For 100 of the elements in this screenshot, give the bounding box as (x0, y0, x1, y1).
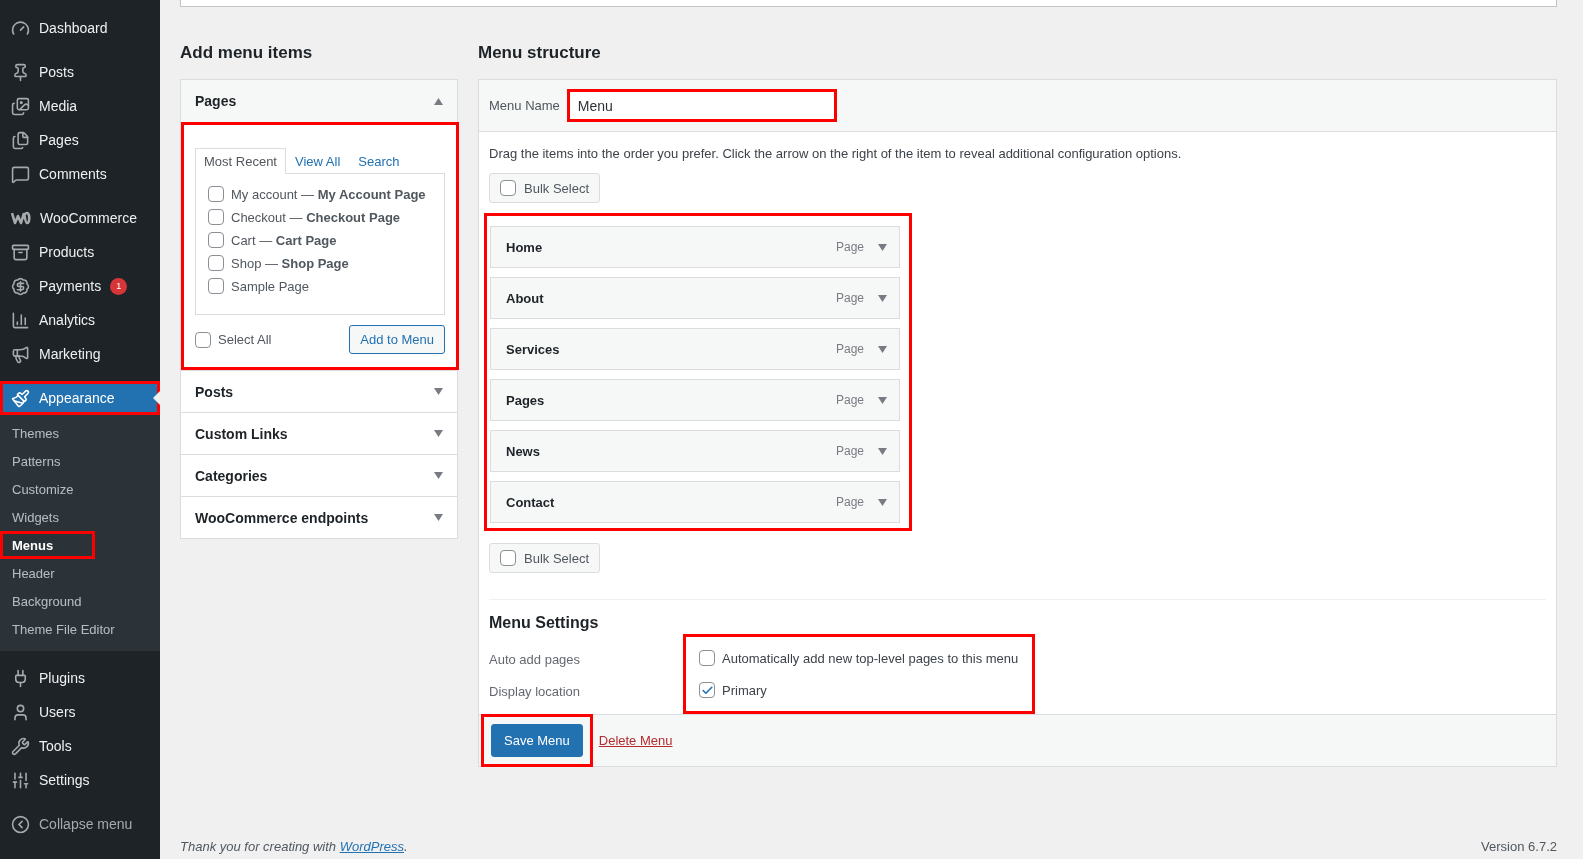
version-text: Version 6.7.2 (1481, 839, 1557, 854)
item-type: Page (835, 240, 864, 254)
accordion-title: WooCommerce endpoints (195, 509, 369, 526)
menu-item-bar[interactable]: News Page (490, 430, 900, 472)
sidebar-item[interactable]: Media (0, 89, 160, 123)
expand-arrow-icon[interactable] (878, 447, 887, 455)
submenu-item[interactable]: Background (0, 587, 160, 615)
menu-item-title: Home (506, 239, 543, 255)
sidebar-label: Dashboard (39, 20, 108, 36)
bar-chart-icon (11, 310, 30, 330)
expand-arrow-icon[interactable] (434, 472, 443, 479)
dashboard-icon (11, 18, 30, 38)
menu-item-bar[interactable]: About Page (490, 277, 900, 319)
tab[interactable]: Search (349, 148, 409, 174)
sidebar-label: Settings (39, 772, 90, 788)
checkbox[interactable] (699, 682, 715, 698)
sidebar-label: Payments (39, 278, 102, 294)
sidebar-item[interactable]: WooCommerce (0, 201, 160, 235)
checkbox-label: Primary (722, 682, 767, 698)
menu-item-title: Pages (506, 392, 545, 408)
dollar-icon (11, 276, 30, 296)
sidebar-item[interactable]: Tools (0, 729, 160, 763)
sidebar-item[interactable]: Marketing (0, 337, 160, 371)
checkbox-label: Checkout — Checkout Page (231, 209, 401, 225)
sidebar-item[interactable]: Comments (0, 157, 160, 191)
expand-arrow-icon[interactable] (878, 243, 887, 251)
bulk-select-button[interactable]: Bulk Select (489, 543, 601, 573)
submenu-item[interactable]: Header (0, 559, 160, 587)
tab[interactable]: View All (286, 148, 350, 174)
comment-icon (11, 164, 30, 184)
sidebar-label: Users (39, 704, 76, 720)
sidebar-label: Pages (39, 132, 79, 148)
menu-item-bar[interactable]: Pages Page (490, 379, 900, 421)
sidebar-label: Marketing (39, 346, 101, 362)
section-title: Menu structure (478, 43, 602, 63)
sidebar-label: Tools (39, 738, 72, 754)
tab[interactable]: Most Recent (195, 148, 286, 174)
sidebar-item[interactable]: Collapse menu (0, 807, 160, 841)
expand-arrow-icon[interactable] (878, 396, 887, 404)
submenu-item[interactable]: Patterns (0, 447, 160, 475)
sidebar-item[interactable]: Users (0, 695, 160, 729)
checkbox[interactable] (195, 331, 211, 348)
sidebar-item[interactable]: Posts (0, 55, 160, 89)
checkbox-label: Select All (218, 332, 272, 347)
accordion-title: Custom Links (195, 425, 288, 442)
checkbox[interactable] (208, 209, 224, 225)
menu-item-title: About (506, 290, 544, 306)
sidebar-item[interactable]: Analytics (0, 303, 160, 337)
checkbox[interactable] (500, 180, 516, 196)
sidebar-item[interactable]: Pages (0, 123, 160, 157)
sidebar-item[interactable]: Appearance (0, 381, 160, 415)
add-to-menu-button[interactable]: Add to Menu (349, 325, 445, 354)
bulk-select-button[interactable]: Bulk Select (489, 173, 601, 203)
settings-title: Menu Settings (489, 614, 599, 632)
sidebar-item[interactable]: Plugins (0, 661, 160, 695)
menu-name-field[interactable]: Menu (566, 89, 837, 122)
checkbox[interactable] (699, 650, 715, 666)
megaphone-icon (11, 344, 30, 364)
checkbox[interactable] (500, 550, 516, 566)
wrench-icon (11, 736, 30, 756)
item-type: Page (835, 393, 864, 407)
collapse-arrow-icon[interactable] (434, 97, 443, 105)
checkbox-label: My account — My Account Page (231, 186, 426, 202)
submenu-item[interactable]: Themes (0, 419, 160, 447)
submenu-item[interactable]: Menus (0, 531, 95, 559)
checkbox[interactable] (208, 232, 224, 248)
submenu-item[interactable]: Customize (0, 475, 160, 503)
sidebar-item[interactable]: Products (0, 235, 160, 269)
pages-icon (11, 130, 30, 150)
checkbox[interactable] (208, 186, 224, 202)
save-menu-button[interactable]: Save Menu (491, 724, 583, 757)
expand-arrow-icon[interactable] (878, 294, 887, 302)
menu-item-bar[interactable]: Contact Page (490, 481, 900, 523)
submenu-item[interactable]: Widgets (0, 503, 160, 531)
expand-arrow-icon[interactable] (878, 345, 887, 353)
delete-menu-link[interactable]: Delete Menu (598, 733, 673, 748)
sidebar-item[interactable]: Payments 1 (0, 269, 160, 303)
setting-label: Display location (489, 682, 582, 701)
item-type: Page (835, 291, 864, 305)
submenu-item[interactable]: Theme File Editor (0, 615, 160, 643)
menu-item-bar[interactable]: Home Page (490, 226, 900, 268)
sidebar-label: Products (39, 244, 95, 260)
expand-arrow-icon[interactable] (878, 498, 887, 506)
sidebar-item[interactable]: Dashboard (0, 11, 160, 45)
expand-arrow-icon[interactable] (434, 514, 443, 521)
checkbox[interactable] (208, 255, 224, 271)
box-icon (11, 242, 30, 262)
wordpress-link[interactable]: WordPress (339, 839, 404, 854)
accordion-header[interactable]: Pages (181, 80, 457, 122)
checkbox[interactable] (208, 278, 224, 294)
menu-item-bar[interactable]: Services Page (490, 328, 900, 370)
sidebar-item[interactable]: Settings (0, 763, 160, 797)
notification-badge: 1 (110, 277, 128, 295)
item-type: Page (835, 444, 864, 458)
expand-arrow-icon[interactable] (434, 388, 443, 395)
checkbox-label: Cart — Cart Page (231, 232, 337, 248)
expand-arrow-icon[interactable] (434, 430, 443, 437)
sidebar-label: Media (39, 98, 78, 114)
item-type: Page (835, 342, 864, 356)
media-icon (11, 96, 30, 116)
